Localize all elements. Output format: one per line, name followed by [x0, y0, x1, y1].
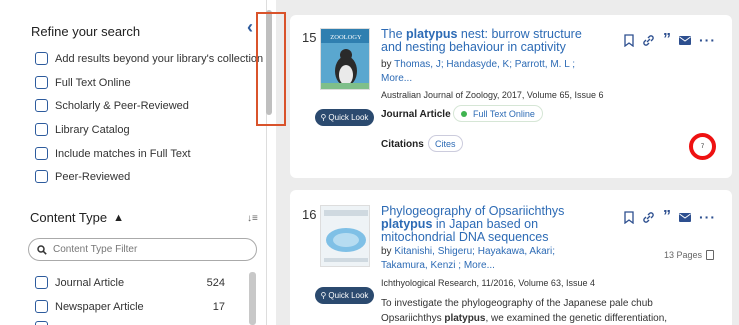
checkbox[interactable]: [35, 76, 48, 89]
result-source: Australian Journal of Zoology, 2017, Vol…: [381, 90, 604, 100]
more-authors-link[interactable]: More...: [381, 73, 412, 84]
collapse-sidebar-icon[interactable]: ‹: [247, 17, 253, 38]
result-authors: by Thomas, J; Handasyde, K; Parrott, M. …: [381, 59, 575, 84]
checkbox[interactable]: [35, 123, 48, 136]
bookmark-icon[interactable]: [624, 210, 634, 224]
result-title-link[interactable]: Phylogeography of Opsariichthys platypus …: [381, 205, 581, 244]
refine-heading: Refine your search: [31, 24, 141, 39]
checkbox[interactable]: [35, 300, 48, 313]
cover-thumbnail[interactable]: [320, 205, 370, 267]
result-actions: ” ···: [624, 209, 716, 225]
full-text-online-link[interactable]: Full Text Online: [453, 105, 543, 122]
result-card: 15 ZOOLOGY ⚲ Quick Look The platypus nest…: [290, 15, 732, 178]
content-type-toggle[interactable]: Content Type ▲: [30, 210, 124, 225]
author-links-2[interactable]: Takamura, Kenzi ;: [381, 260, 461, 271]
content-type-next-item[interactable]: [35, 321, 225, 325]
sort-icon[interactable]: ↓≡: [247, 213, 258, 224]
checkbox[interactable]: [35, 170, 48, 183]
author-links[interactable]: Thomas, J; Handasyde, K; Parrott, M. L ;: [394, 59, 575, 70]
search-icon: [37, 244, 47, 255]
cover-thumbnail[interactable]: ZOOLOGY: [320, 28, 370, 90]
content-type-scrollbar[interactable]: [249, 272, 256, 325]
chevron-up-icon: ▲: [113, 211, 124, 224]
content-type-newspaper-article[interactable]: Newspaper Article 17: [35, 300, 225, 313]
result-abstract: To investigate the phylogeography of the…: [381, 298, 668, 324]
result-authors: by Kitanishi, Shigeru; Hayakawa, Akari; T…: [381, 246, 555, 271]
highlight-box: [256, 12, 286, 126]
content-type-filter-input[interactable]: Content Type Filter: [28, 238, 257, 261]
option-library-catalog[interactable]: Library Catalog: [35, 123, 130, 136]
checkbox[interactable]: [35, 147, 48, 160]
email-icon[interactable]: [679, 35, 691, 45]
search-icon: ⚲: [320, 291, 327, 300]
quick-look-button[interactable]: ⚲ Quick Look: [315, 109, 374, 126]
bookmark-icon[interactable]: [624, 33, 634, 47]
option-full-text-online[interactable]: Full Text Online: [35, 76, 131, 89]
email-icon[interactable]: [679, 212, 691, 222]
available-dot-icon: [461, 110, 467, 117]
cites-button[interactable]: Cites: [428, 135, 463, 152]
option-full-text-matches[interactable]: Include matches in Full Text: [35, 147, 191, 160]
checkbox[interactable]: [35, 99, 48, 112]
citations-label: Citations: [381, 139, 424, 150]
option-scholarly[interactable]: Scholarly & Peer-Reviewed: [35, 99, 189, 112]
result-title-link[interactable]: The platypus nest: burrow structure and …: [381, 28, 591, 54]
refine-sidebar: Refine your search ‹ Add results beyond …: [0, 0, 266, 325]
page-count: 13 Pages: [664, 250, 715, 260]
result-actions: ” ···: [624, 32, 716, 48]
altmetric-badge[interactable]: 7: [689, 133, 716, 160]
cover-title: ZOOLOGY: [330, 34, 362, 41]
checkbox[interactable]: [35, 52, 48, 65]
result-number: 15: [302, 30, 317, 45]
result-source: Ichthyological Research, 11/2016, Volume…: [381, 278, 595, 288]
quick-look-button[interactable]: ⚲ Quick Look: [315, 287, 374, 304]
checkbox[interactable]: [35, 321, 48, 325]
content-type-journal-article[interactable]: Journal Article 524: [35, 276, 225, 289]
result-card: 16 ⚲ Quick Look Phylogeography of Opsarii…: [290, 190, 732, 325]
link-icon[interactable]: [642, 211, 655, 224]
more-authors-link[interactable]: More...: [464, 260, 495, 271]
more-options-icon[interactable]: ···: [699, 32, 716, 48]
checkbox[interactable]: [35, 276, 48, 289]
more-options-icon[interactable]: ···: [699, 209, 716, 225]
cite-quote-icon[interactable]: ”: [663, 209, 671, 225]
page-icon: [706, 250, 715, 260]
link-icon[interactable]: [642, 34, 655, 47]
option-beyond-library[interactable]: Add results beyond your library's collec…: [35, 52, 263, 65]
cite-quote-icon[interactable]: ”: [663, 32, 671, 48]
option-peer-reviewed[interactable]: Peer-Reviewed: [35, 170, 130, 183]
author-links[interactable]: Kitanishi, Shigeru; Hayakawa, Akari;: [394, 246, 555, 257]
search-icon: ⚲: [320, 113, 327, 122]
result-number: 16: [302, 207, 317, 222]
publication-type: Journal Article: [381, 109, 451, 120]
